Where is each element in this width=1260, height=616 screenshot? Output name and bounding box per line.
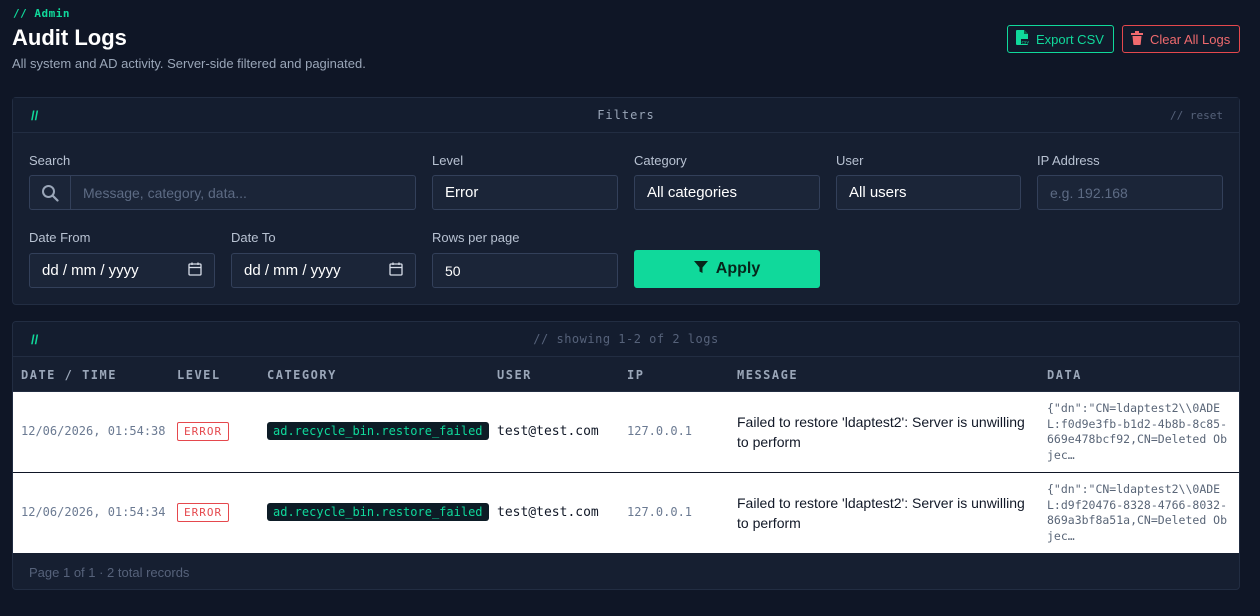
column-header-ip[interactable]: IP bbox=[627, 368, 644, 382]
breadcrumb: // Admin bbox=[13, 7, 70, 20]
category-badge: ad.recycle_bin.restore_failed bbox=[267, 503, 489, 521]
category-label: Category bbox=[634, 153, 687, 168]
filters-panel: // Filters // reset Search Message, cate… bbox=[12, 97, 1240, 305]
category-badge: ad.recycle_bin.restore_failed bbox=[267, 422, 489, 440]
date-to-label: Date To bbox=[231, 230, 276, 245]
calendar-icon[interactable] bbox=[389, 262, 403, 280]
column-header-level[interactable]: LEVEL bbox=[177, 368, 221, 382]
column-header-category[interactable]: CATEGORY bbox=[267, 368, 337, 382]
page-title: Audit Logs bbox=[12, 25, 127, 50]
log-datetime: 12/06/2026, 01:54:34 bbox=[21, 505, 166, 519]
log-message: Failed to restore 'ldaptest2': Server is… bbox=[737, 495, 1025, 531]
clear-all-logs-label: Clear All Logs bbox=[1150, 31, 1231, 47]
svg-text:csv: csv bbox=[1022, 40, 1030, 45]
user-label: User bbox=[836, 153, 864, 168]
logs-panel: // // showing 1-2 of 2 logs DATE / TIME … bbox=[12, 321, 1240, 590]
log-datetime: 12/06/2026, 01:54:38 bbox=[21, 424, 166, 438]
calendar-icon[interactable] bbox=[188, 262, 202, 280]
date-from-input[interactable]: dd / mm / yyyy bbox=[29, 253, 215, 288]
column-header-message[interactable]: MESSAGE bbox=[737, 368, 798, 382]
log-data[interactable]: {"dn":"CN=ldaptest2\\0ADEL:f0d9e3fb-b1d2… bbox=[1047, 401, 1229, 463]
column-header-user[interactable]: USER bbox=[497, 368, 532, 382]
export-csv-button[interactable]: csv Export CSV bbox=[1007, 25, 1114, 53]
search-field[interactable]: Message, category, data... bbox=[29, 175, 416, 210]
level-select[interactable]: Error bbox=[432, 175, 618, 210]
trash-icon bbox=[1131, 30, 1143, 48]
pagination-info: Page 1 of 1 · 2 total records bbox=[29, 565, 190, 580]
date-from-value: dd / mm / yyyy bbox=[42, 262, 139, 279]
logs-summary: // showing 1-2 of 2 logs bbox=[533, 332, 719, 346]
filters-title: Filters bbox=[597, 108, 655, 122]
column-header-datetime[interactable]: DATE / TIME bbox=[21, 368, 117, 382]
category-select[interactable]: All categories bbox=[634, 175, 820, 210]
logs-slashes: // bbox=[31, 331, 39, 347]
ip-label: IP Address bbox=[1037, 153, 1100, 168]
log-data[interactable]: {"dn":"CN=ldaptest2\\0ADEL:d9f20476-8328… bbox=[1047, 482, 1229, 544]
level-badge: ERROR bbox=[177, 422, 230, 441]
table-row[interactable]: 12/06/2026, 01:54:34 ERROR ad.recycle_bi… bbox=[13, 473, 1239, 553]
table-header: DATE / TIME LEVEL CATEGORY USER IP MESSA… bbox=[13, 357, 1239, 392]
rows-per-page-label: Rows per page bbox=[432, 230, 520, 245]
search-input[interactable]: Message, category, data... bbox=[71, 176, 415, 209]
date-to-value: dd / mm / yyyy bbox=[244, 262, 341, 279]
reset-filters-link[interactable]: // reset bbox=[1170, 109, 1223, 122]
search-icon bbox=[30, 176, 71, 209]
clear-all-logs-button[interactable]: Clear All Logs bbox=[1122, 25, 1240, 53]
logs-header: // // showing 1-2 of 2 logs bbox=[13, 322, 1239, 357]
apply-label: Apply bbox=[715, 260, 761, 277]
page-subtitle: All system and AD activity. Server-side … bbox=[12, 56, 366, 71]
log-ip: 127.0.0.1 bbox=[627, 505, 693, 519]
filters-slashes: // bbox=[31, 107, 39, 123]
apply-button[interactable]: Apply bbox=[634, 250, 820, 288]
ip-input[interactable]: e.g. 192.168 bbox=[1037, 175, 1223, 210]
filter-icon bbox=[693, 260, 708, 279]
filters-header: // Filters // reset bbox=[13, 98, 1239, 133]
rows-per-page-input[interactable]: 50 bbox=[432, 253, 618, 288]
column-header-data[interactable]: DATA bbox=[1047, 368, 1082, 382]
file-csv-icon: csv bbox=[1016, 30, 1029, 48]
user-select[interactable]: All users bbox=[836, 175, 1021, 210]
export-csv-label: Export CSV bbox=[1036, 31, 1104, 47]
date-from-label: Date From bbox=[29, 230, 91, 245]
level-badge: ERROR bbox=[177, 503, 230, 522]
date-to-input[interactable]: dd / mm / yyyy bbox=[231, 253, 416, 288]
log-user: test@test.com bbox=[497, 505, 599, 520]
search-label: Search bbox=[29, 153, 71, 168]
table-row[interactable]: 12/06/2026, 01:54:38 ERROR ad.recycle_bi… bbox=[13, 392, 1239, 472]
log-ip: 127.0.0.1 bbox=[627, 424, 693, 438]
log-user: test@test.com bbox=[497, 424, 599, 439]
log-message: Failed to restore 'ldaptest2': Server is… bbox=[737, 414, 1025, 450]
level-label: Level bbox=[432, 153, 464, 168]
